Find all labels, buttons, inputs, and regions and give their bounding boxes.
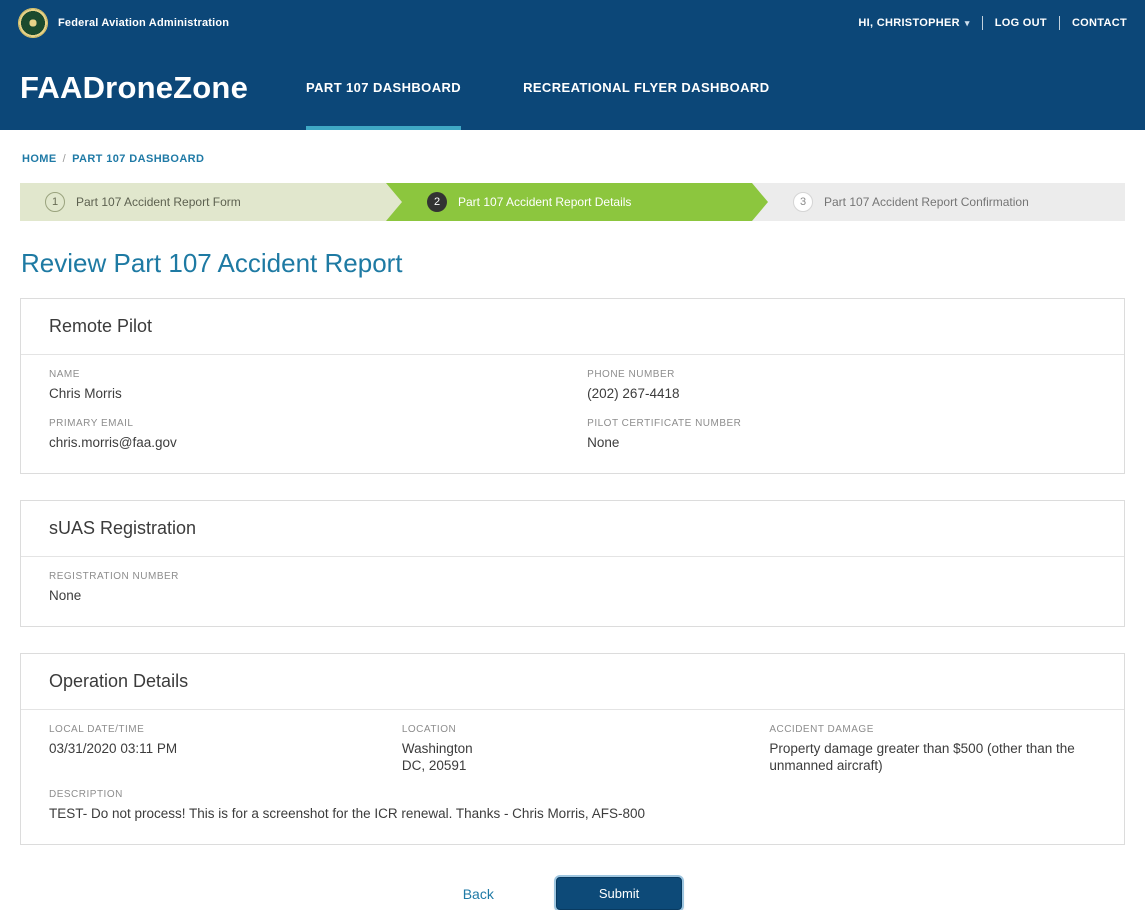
separator: [1059, 16, 1060, 30]
field-label: LOCAL DATE/TIME: [49, 724, 402, 735]
field-value: TEST- Do not process! This is for a scre…: [49, 806, 1096, 823]
breadcrumb: HOME / PART 107 DASHBOARD: [0, 130, 1145, 165]
progress-stepper: 1 Part 107 Accident Report Form 2 Part 1…: [20, 183, 1125, 221]
step-label: Part 107 Accident Report Form: [76, 195, 241, 209]
faa-seal-icon: [18, 8, 48, 38]
logout-link[interactable]: LOG OUT: [995, 17, 1047, 29]
field-label: NAME: [49, 369, 587, 380]
field-name: NAME Chris Morris: [49, 369, 587, 403]
contact-link[interactable]: CONTACT: [1072, 17, 1127, 29]
user-menu[interactable]: HI, CHRISTOPHER ▾: [858, 17, 969, 29]
field-value: None: [49, 588, 1096, 605]
field-value: chris.morris@faa.gov: [49, 435, 587, 452]
suas-registration-card-title: sUAS Registration: [21, 501, 1124, 557]
field-value: None: [587, 435, 1096, 452]
site-header: Federal Aviation Administration HI, CHRI…: [0, 0, 1145, 130]
field-local-datetime: LOCAL DATE/TIME 03/31/2020 03:11 PM: [49, 724, 402, 775]
field-label: LOCATION: [402, 724, 769, 735]
main-nav: FAADroneZone PART 107 DASHBOARD RECREATI…: [0, 45, 1145, 130]
breadcrumb-home-link[interactable]: HOME: [22, 153, 57, 165]
top-bar: Federal Aviation Administration HI, CHRI…: [0, 0, 1145, 45]
agency-branding: Federal Aviation Administration: [18, 8, 229, 38]
remote-pilot-card: Remote Pilot NAME Chris Morris PHONE NUM…: [20, 298, 1125, 474]
field-value: (202) 267-4418: [587, 386, 1096, 403]
field-location: LOCATION Washington DC, 20591: [402, 724, 769, 775]
suas-registration-card: sUAS Registration REGISTRATION NUMBER No…: [20, 500, 1125, 627]
step-accident-report-form[interactable]: 1 Part 107 Accident Report Form: [20, 183, 402, 221]
suas-registration-card-body: REGISTRATION NUMBER None: [21, 557, 1124, 626]
separator: [982, 16, 983, 30]
field-accident-damage: ACCIDENT DAMAGE Property damage greater …: [769, 724, 1096, 775]
field-label: ACCIDENT DAMAGE: [769, 724, 1096, 735]
operation-details-card-body: LOCAL DATE/TIME 03/31/2020 03:11 PM LOCA…: [21, 710, 1124, 845]
remote-pilot-card-body: NAME Chris Morris PHONE NUMBER (202) 267…: [21, 355, 1124, 473]
step-accident-report-confirmation[interactable]: 3 Part 107 Accident Report Confirmation: [752, 183, 1125, 221]
chevron-down-icon: ▾: [965, 18, 970, 28]
step-accident-report-details[interactable]: 2 Part 107 Accident Report Details: [386, 183, 768, 221]
back-link[interactable]: Back: [463, 886, 494, 902]
faadronezone-logo[interactable]: FAADroneZone: [20, 70, 248, 106]
agency-name: Federal Aviation Administration: [58, 17, 229, 29]
active-tab-indicator: [306, 126, 461, 130]
operation-details-card: Operation Details LOCAL DATE/TIME 03/31/…: [20, 653, 1125, 846]
breadcrumb-current-link[interactable]: PART 107 DASHBOARD: [72, 153, 204, 165]
step-label: Part 107 Accident Report Confirmation: [824, 195, 1029, 209]
submit-button[interactable]: Submit: [556, 877, 682, 910]
step-label: Part 107 Accident Report Details: [458, 195, 631, 209]
step-number-badge: 2: [427, 192, 447, 212]
field-label: REGISTRATION NUMBER: [49, 571, 1096, 582]
remote-pilot-card-title: Remote Pilot: [21, 299, 1124, 355]
field-label: PHONE NUMBER: [587, 369, 1096, 380]
page-title: Review Part 107 Accident Report: [21, 248, 1124, 279]
tab-part107-dashboard[interactable]: PART 107 DASHBOARD: [306, 45, 461, 130]
field-label: PRIMARY EMAIL: [49, 418, 587, 429]
operation-details-card-title: Operation Details: [21, 654, 1124, 710]
field-label: DESCRIPTION: [49, 789, 1096, 800]
field-value-line2: DC, 20591: [402, 758, 769, 775]
field-primary-email: PRIMARY EMAIL chris.morris@faa.gov: [49, 418, 587, 452]
breadcrumb-separator: /: [63, 153, 66, 165]
field-phone-number: PHONE NUMBER (202) 267-4418: [587, 369, 1096, 403]
tab-recreational-flyer-dashboard[interactable]: RECREATIONAL FLYER DASHBOARD: [523, 45, 769, 130]
nav-tabs: PART 107 DASHBOARD RECREATIONAL FLYER DA…: [306, 45, 769, 130]
field-value-line1: Washington: [402, 741, 769, 758]
field-pilot-certificate-number: PILOT CERTIFICATE NUMBER None: [587, 418, 1096, 452]
tab-label: PART 107 DASHBOARD: [306, 80, 461, 95]
step-number-badge: 3: [793, 192, 813, 212]
tab-label: RECREATIONAL FLYER DASHBOARD: [523, 80, 769, 95]
user-menu-area: HI, CHRISTOPHER ▾ LOG OUT CONTACT: [858, 16, 1127, 30]
field-label: PILOT CERTIFICATE NUMBER: [587, 418, 1096, 429]
field-value: Property damage greater than $500 (other…: [769, 741, 1096, 775]
user-greeting: HI, CHRISTOPHER: [858, 17, 959, 29]
field-registration-number: REGISTRATION NUMBER None: [49, 571, 1096, 605]
field-value: Chris Morris: [49, 386, 587, 403]
form-actions: Back Submit: [0, 877, 1145, 910]
field-description: DESCRIPTION TEST- Do not process! This i…: [49, 789, 1096, 823]
step-number-badge: 1: [45, 192, 65, 212]
field-value: 03/31/2020 03:11 PM: [49, 741, 402, 758]
